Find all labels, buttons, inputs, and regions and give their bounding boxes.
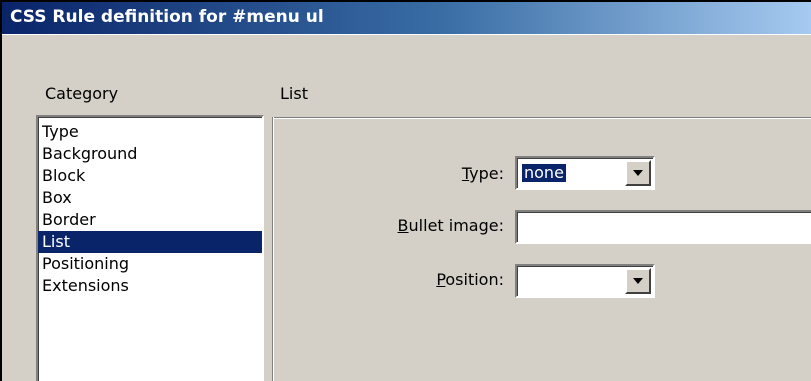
bullet-image-input[interactable]: [515, 210, 811, 244]
chevron-down-icon: [633, 278, 643, 284]
position-dropdown-button[interactable]: [625, 268, 651, 294]
section-title: List: [280, 84, 308, 103]
category-list[interactable]: Type Background Block Box Border List Po…: [36, 115, 264, 381]
position-select[interactable]: [515, 264, 655, 298]
category-item-border[interactable]: Border: [38, 209, 262, 231]
panel-divider: [272, 117, 811, 119]
bullet-image-label: Bullet image:: [284, 216, 504, 235]
category-item-type[interactable]: Type: [38, 121, 262, 143]
title-bar[interactable]: CSS Rule definition for #menu ul: [2, 2, 811, 35]
type-label: Type:: [284, 164, 504, 183]
type-label-rest: ype:: [469, 164, 504, 183]
type-select-value: none: [522, 163, 566, 182]
type-select[interactable]: none: [515, 156, 655, 190]
position-label: Position:: [284, 270, 504, 289]
bullet-image-label-rest: ullet image:: [408, 216, 504, 235]
category-item-block[interactable]: Block: [38, 165, 262, 187]
type-dropdown-button[interactable]: [625, 160, 651, 186]
dialog-title: CSS Rule definition for #menu ul: [10, 7, 324, 27]
bullet-image-label-mnemonic: B: [397, 216, 409, 235]
css-rule-definition-dialog: CSS Rule definition for #menu ul Categor…: [0, 0, 811, 381]
category-item-extensions[interactable]: Extensions: [38, 275, 262, 297]
category-item-box[interactable]: Box: [38, 187, 262, 209]
chevron-down-icon: [633, 170, 643, 176]
category-item-background[interactable]: Background: [38, 143, 262, 165]
position-label-rest: osition:: [445, 270, 504, 289]
category-label: Category: [45, 84, 119, 103]
category-item-positioning[interactable]: Positioning: [38, 253, 262, 275]
category-item-list[interactable]: List: [38, 231, 262, 253]
panel-divider-vertical: [272, 117, 274, 381]
